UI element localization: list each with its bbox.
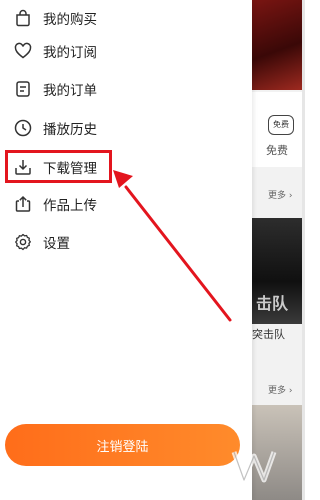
menu-item-label: 设置 — [43, 236, 70, 252]
menu-item-label: 我的订单 — [43, 83, 97, 99]
poster-title: 击队 — [256, 294, 289, 313]
more-link[interactable]: 更多 › — [268, 188, 292, 201]
menu-item-label: 我的订阅 — [43, 45, 97, 61]
poster-caption[interactable]: 突击队 — [252, 326, 285, 342]
upload-icon — [15, 195, 31, 212]
menu-item-upload-works[interactable]: 作品上传 — [0, 186, 252, 222]
menu-item-label: 播放历史 — [43, 122, 97, 138]
menu-item-label: 我的购买 — [43, 12, 97, 28]
logout-button[interactable]: 注销登陆 — [5, 424, 240, 466]
more-link[interactable]: 更多 › — [268, 383, 292, 396]
menu-item-my-subscriptions[interactable]: 我的订阅 — [0, 33, 252, 69]
banner-image[interactable] — [252, 0, 305, 90]
menu-item-my-orders[interactable]: 我的订单 — [0, 71, 252, 107]
free-category-label[interactable]: 免费 — [266, 142, 288, 158]
background-page: 免费 免费 更多 › 击队 突击队 更多 › — [252, 0, 305, 500]
scrollbar[interactable] — [302, 0, 305, 500]
shopping-bag-icon — [16, 9, 30, 27]
heart-icon — [14, 42, 32, 59]
order-list-icon — [16, 81, 30, 97]
annotation-highlight-box — [5, 150, 112, 183]
side-drawer: 我的购买 我的订阅 我的订单 播放历史 下载管理 作品上传 设置 注销登陆 — [0, 0, 252, 500]
menu-item-settings[interactable]: 设置 — [0, 224, 252, 260]
menu-item-play-history[interactable]: 播放历史 — [0, 110, 252, 146]
clock-icon — [14, 119, 32, 137]
free-badge-icon[interactable]: 免费 — [268, 115, 294, 135]
menu-item-label: 作品上传 — [43, 198, 97, 214]
gear-icon — [15, 233, 31, 251]
menu-item-my-purchases[interactable]: 我的购买 — [0, 0, 252, 36]
watermark-logo — [231, 451, 277, 483]
